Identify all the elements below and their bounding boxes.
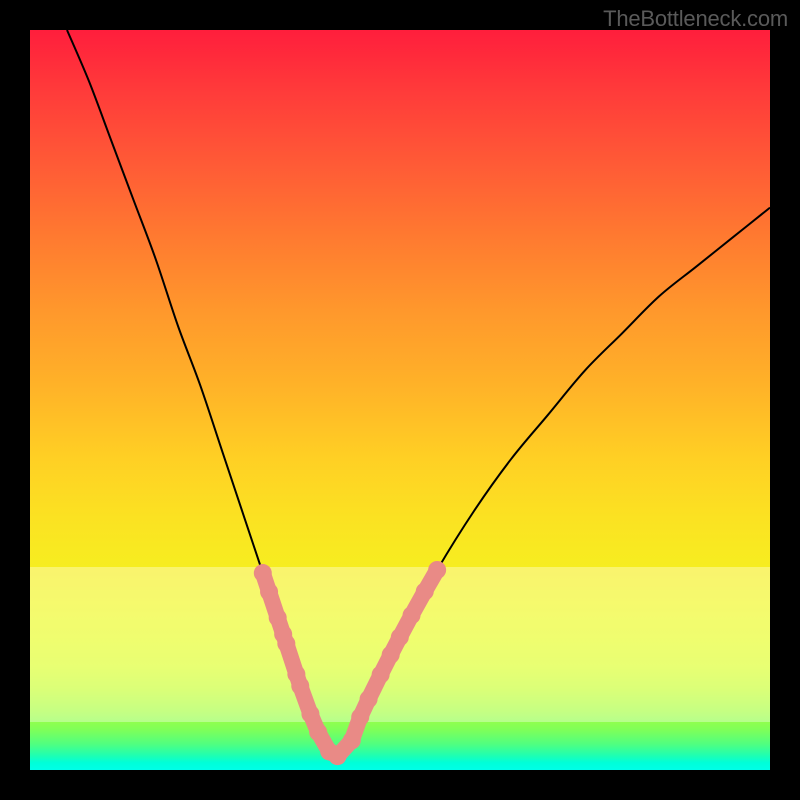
bead-marker [372,666,390,684]
bead-marker [254,564,272,582]
plot-area [30,30,770,770]
bead-marker [403,606,421,624]
bead-markers [254,561,446,765]
bead-marker [343,731,361,749]
bead-marker [260,583,278,601]
bead-marker [428,561,446,579]
bead-marker [309,723,327,741]
bead-marker [328,747,346,765]
bottleneck-curve [67,30,770,756]
bead-marker [351,708,369,726]
bead-marker [291,677,309,695]
bead-marker [360,690,378,708]
bead-marker [391,628,409,646]
bead-marker [277,635,295,653]
bead-marker [269,609,287,627]
curve-svg [30,30,770,770]
bead-marker [382,646,400,664]
bead-marker [301,705,319,723]
watermark-text: TheBottleneck.com [603,6,788,32]
bead-marker [416,582,434,600]
